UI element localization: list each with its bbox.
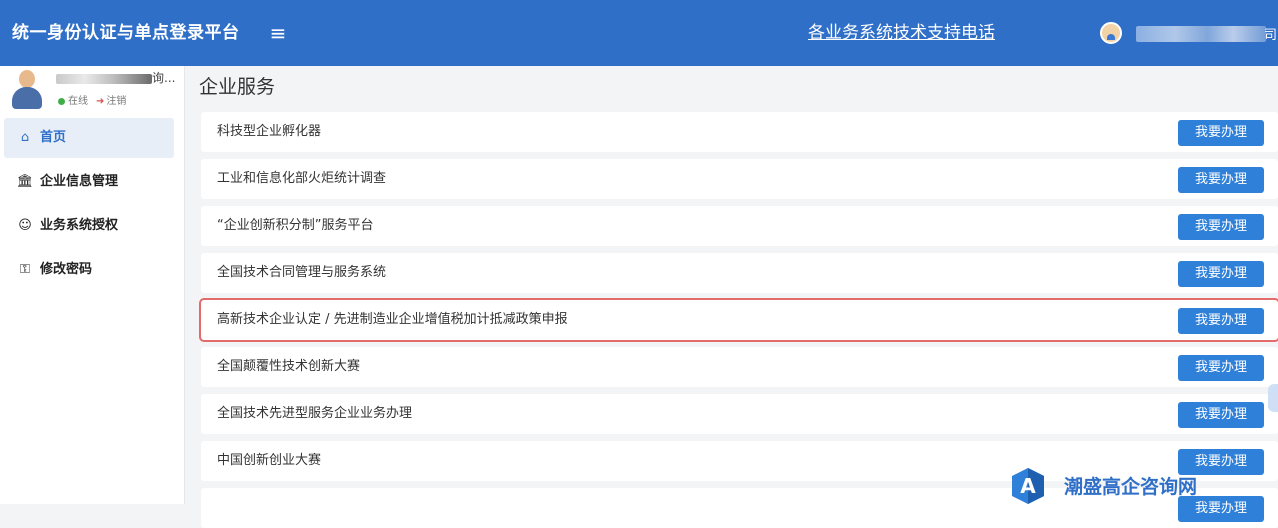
handle-button[interactable]: 我要办理: [1178, 261, 1264, 287]
profile-status: 在线 ➜ 注销: [58, 92, 126, 107]
service-name: 全国技术合同管理与服务系统: [217, 265, 387, 280]
service-name: 高新技术企业认定 / 先进制造业企业增值税加计抵减政策申报: [217, 312, 568, 327]
home-icon: ⌂: [20, 130, 30, 145]
profile-avatar: [10, 70, 44, 110]
service-name: “企业创新积分制”服务平台: [217, 218, 374, 233]
logout-icon[interactable]: ➜: [96, 96, 104, 107]
users-icon: ☺: [18, 218, 32, 233]
handle-button[interactable]: 我要办理: [1178, 355, 1264, 381]
handle-button[interactable]: 我要办理: [1178, 120, 1264, 146]
floating-side-tab[interactable]: [1268, 384, 1278, 412]
online-label: 在线: [68, 96, 88, 107]
user-name-tail[interactable]: 司: [1264, 24, 1277, 43]
service-row: 全国技术合同管理与服务系统 我要办理: [201, 253, 1278, 293]
service-row: “企业创新积分制”服务平台 我要办理: [201, 206, 1278, 246]
handle-button[interactable]: 我要办理: [1178, 402, 1264, 428]
handle-button[interactable]: 我要办理: [1178, 308, 1264, 334]
sidebar: 询... 在线 ➜ 注销 ⌂ 首页 🏛 企业信息管理 ☺ 业务系统授权 ⚿ 修改密码: [0, 66, 185, 504]
support-phone-link[interactable]: 各业务系统技术支持电话: [808, 20, 995, 46]
watermark-text: 潮盛高企咨询网: [1064, 476, 1198, 498]
platform-title: 统一身份认证与单点登录平台: [12, 23, 240, 43]
service-name: 科技型企业孵化器: [217, 124, 322, 139]
user-profile: 询... 在线 ➜ 注销: [0, 66, 184, 116]
sidebar-item-company-info[interactable]: 🏛 企业信息管理: [4, 162, 174, 202]
sidebar-item-system-auth[interactable]: ☺ 业务系统授权: [4, 206, 174, 246]
online-dot-icon: [58, 97, 65, 105]
top-header: 统一身份认证与单点登录平台 ≡ 各业务系统技术支持电话 司: [0, 0, 1278, 66]
hamburger-icon[interactable]: ≡: [265, 20, 291, 46]
handle-button[interactable]: 我要办理: [1178, 214, 1264, 240]
service-name: 工业和信息化部火炬统计调查: [217, 171, 387, 186]
sidebar-item-label: 业务系统授权: [40, 218, 119, 233]
profile-name-tail: 询...: [152, 71, 176, 85]
main-content: 企业服务 科技型企业孵化器 我要办理 工业和信息化部火炬统计调查 我要办理 “企…: [185, 66, 1278, 528]
user-avatar-icon[interactable]: [1100, 22, 1122, 44]
profile-name-redacted: [56, 74, 152, 84]
service-name: 全国颠覆性技术创新大赛: [217, 359, 361, 374]
sidebar-item-label: 修改密码: [40, 262, 93, 277]
bank-icon: 🏛: [16, 174, 34, 189]
sidebar-item-label: 企业信息管理: [40, 174, 119, 189]
service-name: 中国创新创业大赛: [217, 453, 322, 468]
avatar-head: [19, 70, 35, 88]
sidebar-item-label: 首页: [40, 130, 67, 145]
service-row: 全国技术先进型服务企业业务办理 我要办理: [201, 394, 1278, 434]
service-row: 工业和信息化部火炬统计调查 我要办理: [201, 159, 1278, 199]
watermark: A 潮盛高企咨询网: [1012, 466, 1272, 504]
service-row: 全国颠覆性技术创新大赛 我要办理: [201, 347, 1278, 387]
service-row-highlighted: 高新技术企业认定 / 先进制造业企业增值税加计抵减政策申报 我要办理: [199, 298, 1278, 342]
avatar-body: [12, 87, 42, 109]
logout-link[interactable]: 注销: [106, 96, 126, 107]
user-name-redacted[interactable]: [1136, 26, 1266, 42]
sidebar-item-home[interactable]: ⌂ 首页: [4, 118, 174, 158]
sidebar-item-change-password[interactable]: ⚿ 修改密码: [4, 250, 174, 290]
service-name: 全国技术先进型服务企业业务办理: [217, 406, 413, 421]
key-icon: ⚿: [20, 262, 30, 277]
page-title: 企业服务: [199, 76, 276, 98]
handle-button[interactable]: 我要办理: [1178, 167, 1264, 193]
brand-logo-letter: A: [1020, 474, 1036, 498]
service-row: 科技型企业孵化器 我要办理: [201, 112, 1278, 152]
